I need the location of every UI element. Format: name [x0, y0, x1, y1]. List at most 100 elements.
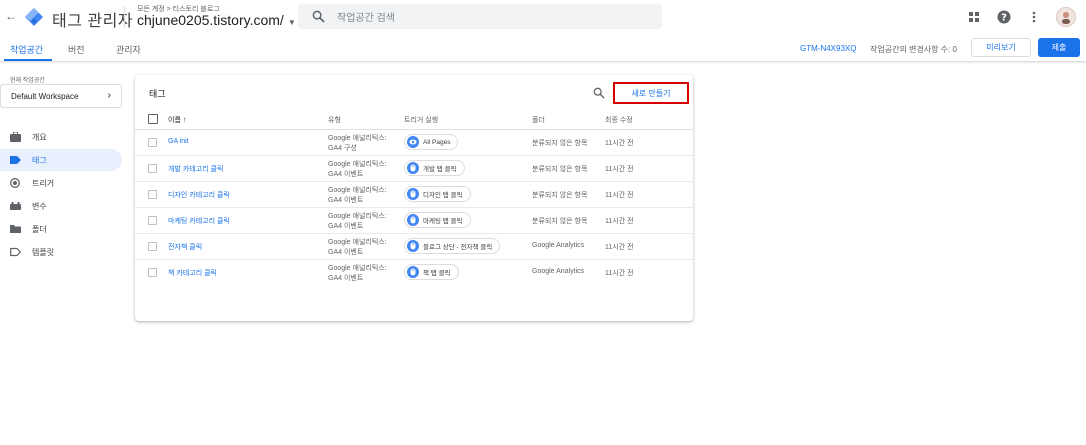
workspace-selector[interactable]: Default Workspace ›	[0, 84, 122, 108]
select-all-checkbox[interactable]	[148, 114, 158, 124]
click-icon	[407, 214, 419, 226]
trigger-chip[interactable]: 블로그 상단 - 전자책 클릭	[404, 238, 501, 254]
nav-bar: 작업공간 버전 관리자 GTM-N4X93XQ 작업공간의 변경사항 수: 0 …	[0, 36, 1086, 62]
row-checkbox[interactable]	[148, 268, 157, 277]
column-header-folder[interactable]: 폴더	[532, 115, 545, 125]
app-title: 태그 관리자	[52, 13, 134, 30]
column-header-type[interactable]: 유형	[328, 115, 341, 125]
tab-active-indicator	[4, 59, 52, 61]
sidebar-item-overview[interactable]: 개요	[0, 126, 122, 148]
click-icon	[407, 266, 419, 278]
table-row[interactable]: 개발 카테고리 클릭 Google 애널리틱스: GA4 이벤트 개발 탭 클릭 …	[135, 156, 693, 182]
avatar[interactable]	[1056, 7, 1076, 27]
trigger-name: 마케팅 탭 클릭	[423, 218, 463, 225]
top-right-icons: ?	[966, 7, 1076, 27]
new-tag-button[interactable]: 새로 만들기	[613, 82, 689, 104]
tag-name-link[interactable]: 마케팅 카테고리 클릭	[168, 216, 230, 226]
tag-modified: 11시간 전	[605, 140, 634, 147]
sidebar-item-label: 변수	[32, 202, 47, 211]
search-placeholder: 작업공간 검색	[337, 13, 395, 24]
sidebar-item-label: 태그	[32, 156, 47, 165]
sidebar-item-triggers[interactable]: 트리거	[0, 172, 122, 194]
tags-card: 태그 새로 만들기 이름 ↑ 유형 트리거 실행 폴더 최종 수정 GA ini…	[135, 75, 693, 321]
tag-type-line2: GA4 이벤트	[328, 275, 364, 282]
search-icon[interactable]	[593, 87, 605, 99]
trigger-chip[interactable]: 마케팅 탭 클릭	[404, 212, 471, 228]
help-icon[interactable]: ?	[996, 9, 1012, 25]
tag-type-line1: Google 애널리틱스:	[328, 213, 387, 220]
container-selector[interactable]: chjune0205.tistory.com/▼	[137, 12, 296, 28]
trigger-chip[interactable]: 개발 탭 클릭	[404, 160, 465, 176]
submit-button[interactable]: 제출	[1038, 38, 1080, 57]
workspace-name: Default Workspace	[11, 91, 79, 101]
tag-type: Google 애널리틱스: GA4 이벤트	[328, 186, 387, 206]
sidebar-item-variables[interactable]: 변수	[0, 195, 122, 217]
column-header-modified[interactable]: 최종 수정	[605, 115, 633, 125]
sidebar-item-folders[interactable]: 폴더	[0, 218, 122, 240]
tag-folder: Google Analytics	[532, 268, 585, 275]
column-header-name[interactable]: 이름 ↑	[168, 115, 186, 125]
tag-manager-logo-icon	[25, 8, 43, 26]
tag-type: Google 애널리틱스: GA4 이벤트	[328, 264, 387, 284]
tag-type-line1: Google 애널리틱스:	[328, 187, 387, 194]
table-row[interactable]: GA init Google 애널리틱스: GA4 구성 All Pages 분류…	[135, 130, 693, 156]
row-checkbox[interactable]	[148, 190, 157, 199]
card-title: 태그	[149, 89, 166, 99]
tag-type: Google 애널리틱스: GA4 구성	[328, 134, 387, 154]
table-row[interactable]: 전자책 클릭 Google 애널리틱스: GA4 이벤트 블로그 상단 - 전자책…	[135, 234, 693, 260]
table-row[interactable]: 마케팅 카테고리 클릭 Google 애널리틱스: GA4 이벤트 마케팅 탭 클…	[135, 208, 693, 234]
tag-name-link[interactable]: GA init	[168, 138, 189, 145]
svg-text:?: ?	[1001, 13, 1007, 24]
current-workspace-label: 현재 작업공간	[10, 78, 45, 84]
tag-modified: 11시간 전	[605, 166, 634, 173]
tag-type-line2: GA4 이벤트	[328, 171, 364, 178]
trigger-name: 개발 탭 클릭	[423, 166, 457, 173]
preview-button[interactable]: 미리보기	[971, 38, 1031, 57]
trigger-chip[interactable]: 디자인 탭 클릭	[404, 186, 471, 202]
folder-icon	[10, 225, 21, 233]
workspace-changes-count: 작업공간의 변경사항 수: 0	[870, 45, 957, 54]
trigger-name: 책 탭 클릭	[423, 270, 451, 277]
tag-type-line1: Google 애널리틱스:	[328, 161, 387, 168]
trigger-chip[interactable]: All Pages	[404, 134, 459, 150]
table-row[interactable]: 디자인 카테고리 클릭 Google 애널리틱스: GA4 이벤트 디자인 탭 클…	[135, 182, 693, 208]
tag-name-link[interactable]: 디자인 카테고리 클릭	[168, 190, 230, 200]
back-arrow-icon[interactable]: ←	[4, 9, 18, 23]
row-checkbox[interactable]	[148, 164, 157, 173]
workspace-search[interactable]: 작업공간 검색	[298, 4, 662, 29]
row-checkbox[interactable]	[148, 138, 157, 147]
trigger-chip[interactable]: 책 탭 클릭	[404, 264, 459, 280]
apps-grid-icon[interactable]	[966, 9, 982, 25]
tag-type: Google 애널리틱스: GA4 이벤트	[328, 238, 387, 258]
tag-type: Google 애널리틱스: GA4 이벤트	[328, 160, 387, 180]
table-row[interactable]: 책 카테고리 클릭 Google 애널리틱스: GA4 이벤트 책 탭 클릭 Go…	[135, 260, 693, 286]
tag-name-link[interactable]: 개발 카테고리 클릭	[168, 164, 223, 174]
eye-icon	[407, 136, 419, 148]
tag-folder: 분류되지 않은 항목	[532, 140, 588, 147]
tag-type-line2: GA4 이벤트	[328, 197, 364, 204]
template-icon	[10, 247, 21, 257]
tag-type-line2: GA4 구성	[328, 145, 357, 152]
trigger-name: 블로그 상단 - 전자책 클릭	[423, 244, 493, 251]
row-checkbox[interactable]	[148, 216, 157, 225]
sidebar-item-templates[interactable]: 템플릿	[0, 241, 122, 263]
tag-name-link[interactable]: 전자책 클릭	[168, 242, 202, 252]
tag-type-line2: GA4 이벤트	[328, 223, 364, 230]
tag-name-link[interactable]: 책 카테고리 클릭	[168, 268, 217, 278]
tab-admin[interactable]: 관리자	[116, 43, 141, 56]
tab-versions[interactable]: 버전	[68, 43, 85, 56]
briefcase-icon	[10, 132, 21, 142]
sidebar-item-label: 개요	[32, 133, 47, 142]
sidebar-item-tags[interactable]: 태그	[0, 149, 122, 171]
tag-modified: 11시간 전	[605, 244, 634, 251]
tag-type-line1: Google 애널리틱스:	[328, 239, 387, 246]
more-vert-icon[interactable]	[1026, 9, 1042, 25]
caret-down-icon: ▼	[287, 18, 296, 27]
row-checkbox[interactable]	[148, 242, 157, 251]
container-id[interactable]: GTM-N4X93XQ	[800, 44, 856, 53]
tab-workspace[interactable]: 작업공간	[10, 43, 43, 56]
tag-type: Google 애널리틱스: GA4 이벤트	[328, 212, 387, 232]
column-header-trigger[interactable]: 트리거 실행	[404, 115, 438, 125]
sidebar-item-label: 폴더	[32, 225, 47, 234]
tag-folder: 분류되지 않은 항목	[532, 166, 588, 173]
